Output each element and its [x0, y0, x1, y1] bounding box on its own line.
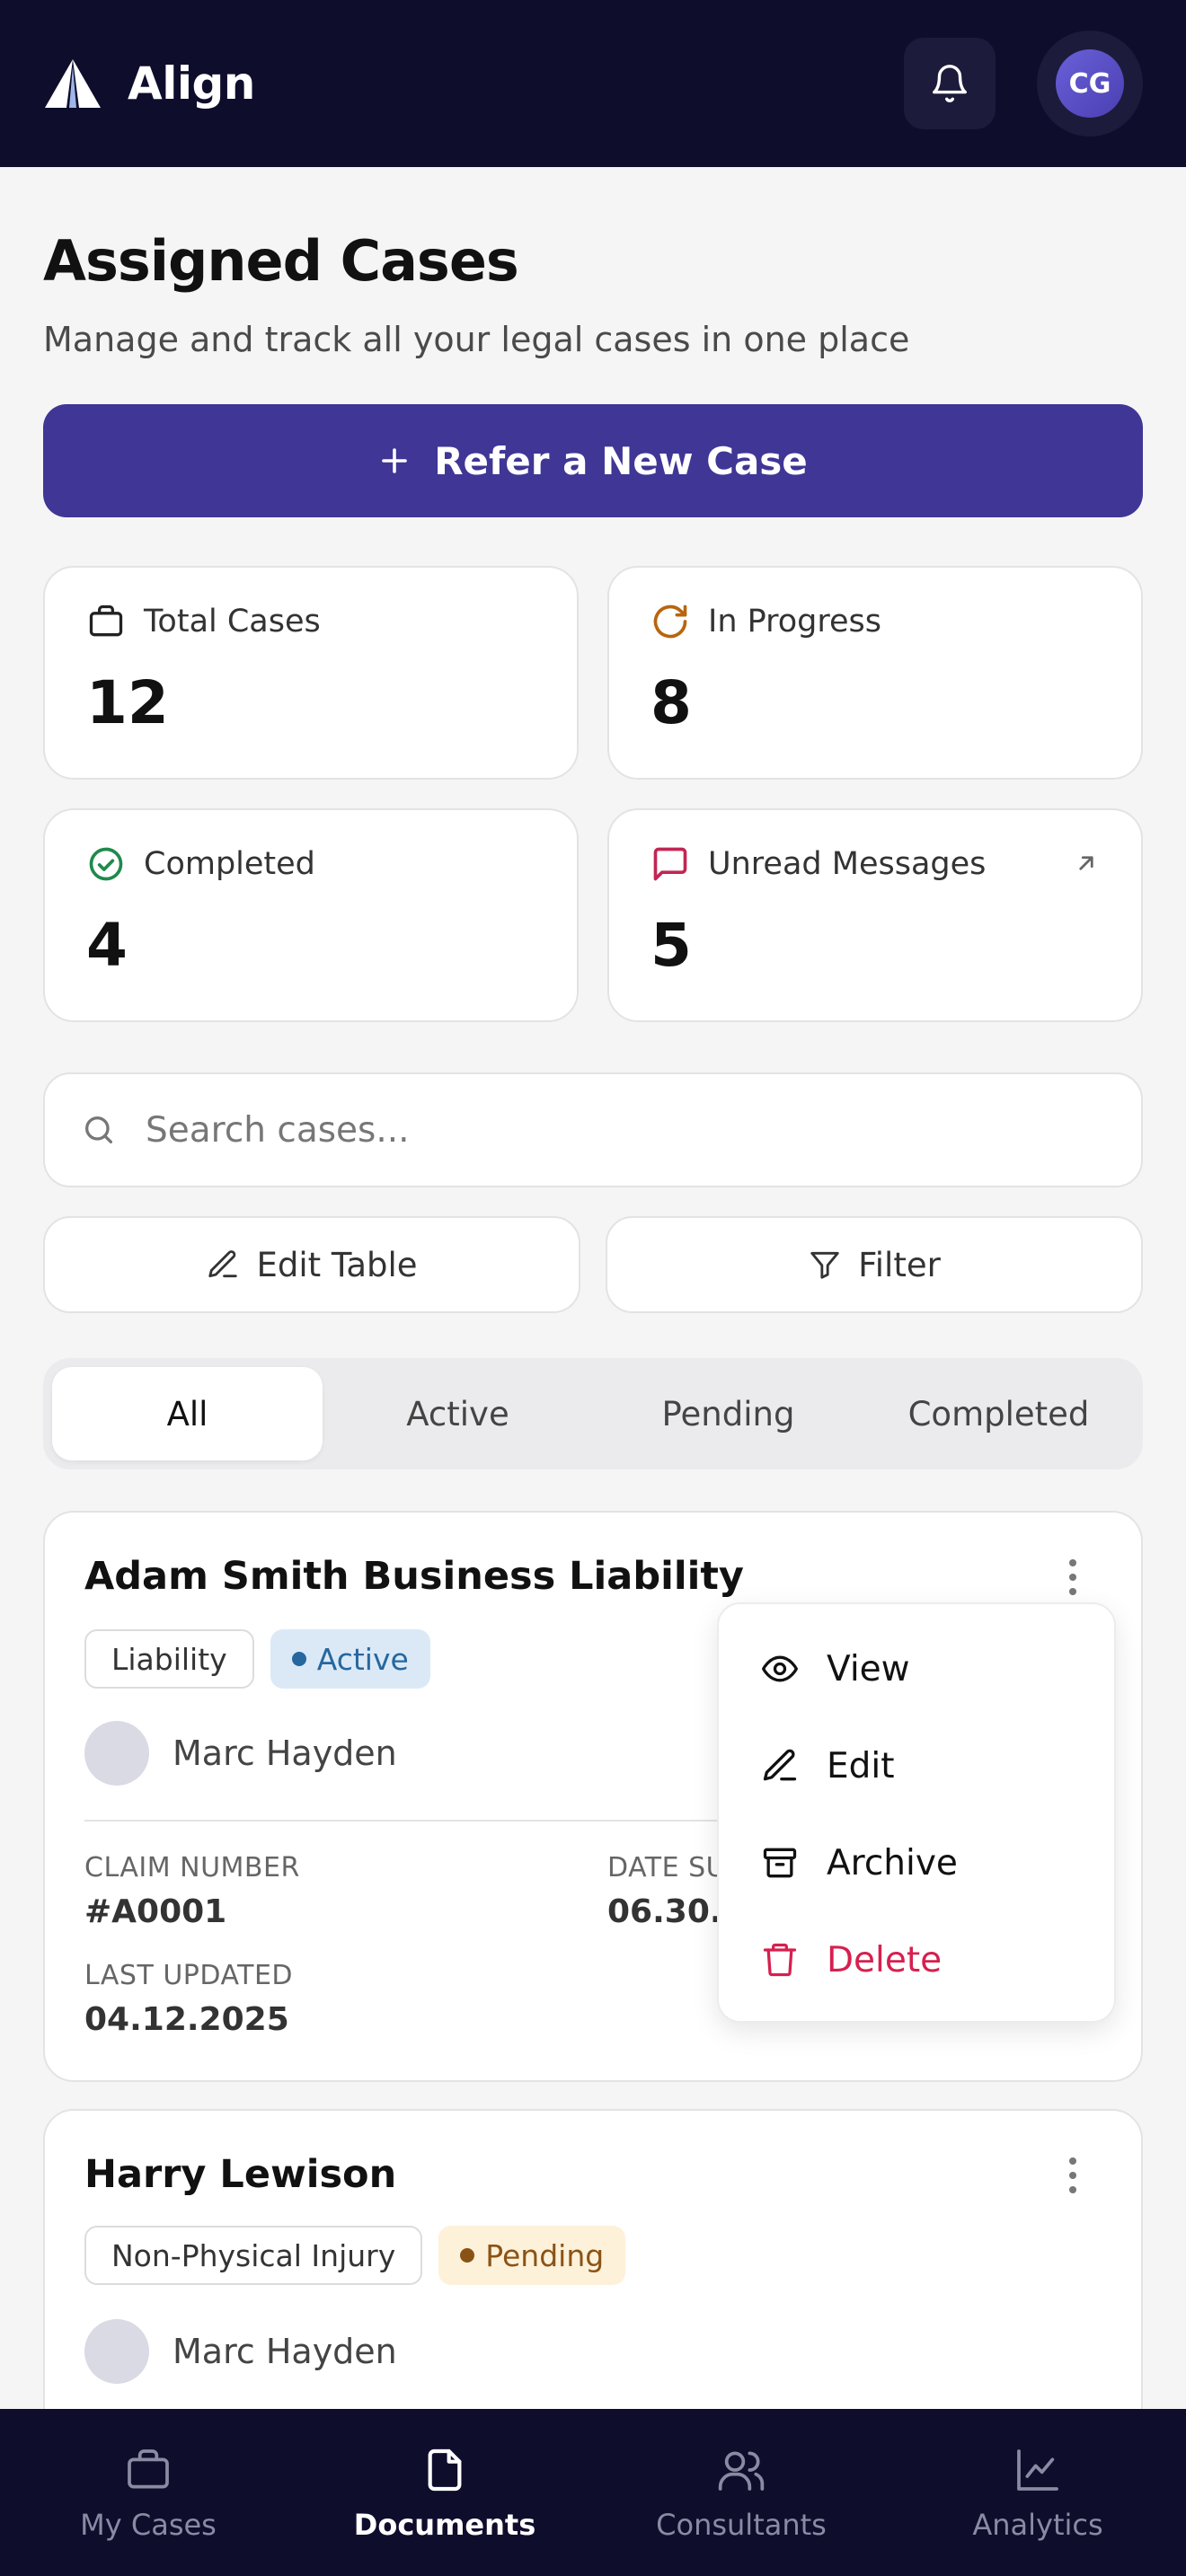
consultant: Marc Hayden [84, 1721, 397, 1786]
nav-item-my-cases[interactable]: My Cases [0, 2409, 296, 2576]
check-circle-icon [86, 844, 126, 884]
menu-item-view[interactable]: View [719, 1620, 1114, 1717]
stat-card-in-progress[interactable]: In Progress 8 [607, 566, 1143, 780]
refer-new-case-button[interactable]: Refer a New Case [43, 404, 1143, 517]
bell-icon [929, 63, 970, 104]
status-tabs: All Active Pending Completed [43, 1358, 1143, 1469]
menu-item-label: Delete [827, 1939, 943, 1981]
nav-item-documents[interactable]: Documents [296, 2409, 593, 2576]
user-avatar-button[interactable]: CG [1037, 31, 1143, 137]
search-input[interactable] [146, 1109, 1105, 1151]
nav-item-consultants[interactable]: Consultants [593, 2409, 890, 2576]
case-actions-menu: View Edit Archive Delete [717, 1602, 1116, 2023]
briefcase-icon [86, 602, 126, 641]
menu-item-edit[interactable]: Edit [719, 1717, 1114, 1814]
edit-table-button[interactable]: Edit Table [43, 1216, 580, 1313]
case-type-badge: Non-Physical Injury [84, 2226, 423, 2285]
avatar [84, 1721, 149, 1786]
stat-label: Total Cases [144, 604, 321, 640]
nav-label: Analytics [972, 2508, 1103, 2542]
consultant-name: Marc Hayden [173, 1734, 397, 1773]
stat-card-completed[interactable]: Completed 4 [43, 808, 579, 1022]
status-dot [460, 2248, 475, 2263]
stat-label: In Progress [708, 604, 881, 640]
message-icon [651, 844, 690, 884]
page-title: Assigned Cases [43, 228, 519, 294]
stat-card-total-cases[interactable]: Total Cases 12 [43, 566, 579, 780]
menu-item-label: Archive [827, 1842, 958, 1883]
tab-pending[interactable]: Pending [593, 1367, 863, 1460]
avatar: CG [1056, 49, 1124, 118]
status-badge: Pending [438, 2226, 626, 2285]
nav-label: Consultants [656, 2508, 827, 2542]
status-dot [291, 1652, 306, 1666]
consultant-name: Marc Hayden [173, 2332, 397, 2371]
arrow-up-right-icon[interactable] [1073, 850, 1100, 877]
search-icon [81, 1112, 117, 1148]
claim-number-value: #A0001 [84, 1893, 227, 1930]
filter-button[interactable]: Filter [606, 1216, 1143, 1313]
filter-icon [808, 1248, 842, 1282]
menu-item-delete[interactable]: Delete [719, 1911, 1114, 2008]
filter-label: Filter [858, 1245, 941, 1284]
edit-table-label: Edit Table [256, 1245, 418, 1284]
case-type-badge: Liability [84, 1629, 254, 1689]
tab-active[interactable]: Active [323, 1367, 593, 1460]
brand-name: Align [128, 57, 255, 110]
stat-value: 5 [651, 911, 692, 980]
eye-icon [760, 1649, 800, 1689]
nav-item-analytics[interactable]: Analytics [890, 2409, 1186, 2576]
more-options-icon[interactable] [1067, 2156, 1078, 2195]
stat-card-unread-messages[interactable]: Unread Messages 5 [607, 808, 1143, 1022]
plus-icon [378, 445, 411, 477]
case-title: Harry Lewison [84, 2152, 397, 2197]
stat-value: 12 [86, 668, 169, 737]
refer-new-case-label: Refer a New Case [434, 438, 808, 483]
brand[interactable]: Align [43, 57, 255, 110]
date-submitted-label: DATE SU [607, 1852, 727, 1883]
app-header: Align CG [0, 0, 1186, 167]
page-subtitle: Manage and track all your legal cases in… [43, 320, 910, 359]
menu-item-label: View [827, 1648, 910, 1689]
nav-label: My Cases [80, 2508, 217, 2542]
menu-item-label: Edit [827, 1745, 895, 1786]
chart-line-icon [1013, 2445, 1063, 2495]
menu-item-archive[interactable]: Archive [719, 1814, 1114, 1911]
bottom-navigation: My Cases Documents Consultants Analytics [0, 2409, 1186, 2576]
search-bar[interactable] [43, 1072, 1143, 1187]
refresh-icon [651, 602, 690, 641]
last-updated-value: 04.12.2025 [84, 2001, 289, 2038]
last-updated-label: LAST UPDATED [84, 1960, 294, 1991]
nav-label: Documents [353, 2508, 536, 2542]
claim-number-label: CLAIM NUMBER [84, 1852, 300, 1883]
pencil-icon [206, 1248, 240, 1282]
trash-icon [760, 1940, 800, 1980]
stat-label: Completed [144, 846, 315, 882]
archive-icon [760, 1843, 800, 1883]
stat-value: 8 [651, 668, 692, 737]
avatar [84, 2319, 149, 2384]
tab-completed[interactable]: Completed [863, 1367, 1134, 1460]
status-label: Pending [485, 2237, 605, 2273]
status-label: Active [316, 1641, 409, 1677]
pencil-icon [760, 1746, 800, 1786]
briefcase-icon [123, 2445, 173, 2495]
notifications-button[interactable] [904, 38, 996, 129]
document-icon [420, 2445, 470, 2495]
logo-icon [43, 57, 102, 110]
stat-label: Unread Messages [708, 846, 987, 882]
status-badge: Active [270, 1629, 430, 1689]
more-options-icon[interactable] [1067, 1557, 1078, 1597]
stat-value: 4 [86, 911, 128, 980]
users-icon [716, 2445, 766, 2495]
case-title: Adam Smith Business Liability [84, 1554, 744, 1599]
consultant: Marc Hayden [84, 2319, 397, 2384]
tab-all[interactable]: All [52, 1367, 323, 1460]
case-card[interactable]: Harry Lewison Non-Physical Injury Pendin… [43, 2109, 1143, 2450]
